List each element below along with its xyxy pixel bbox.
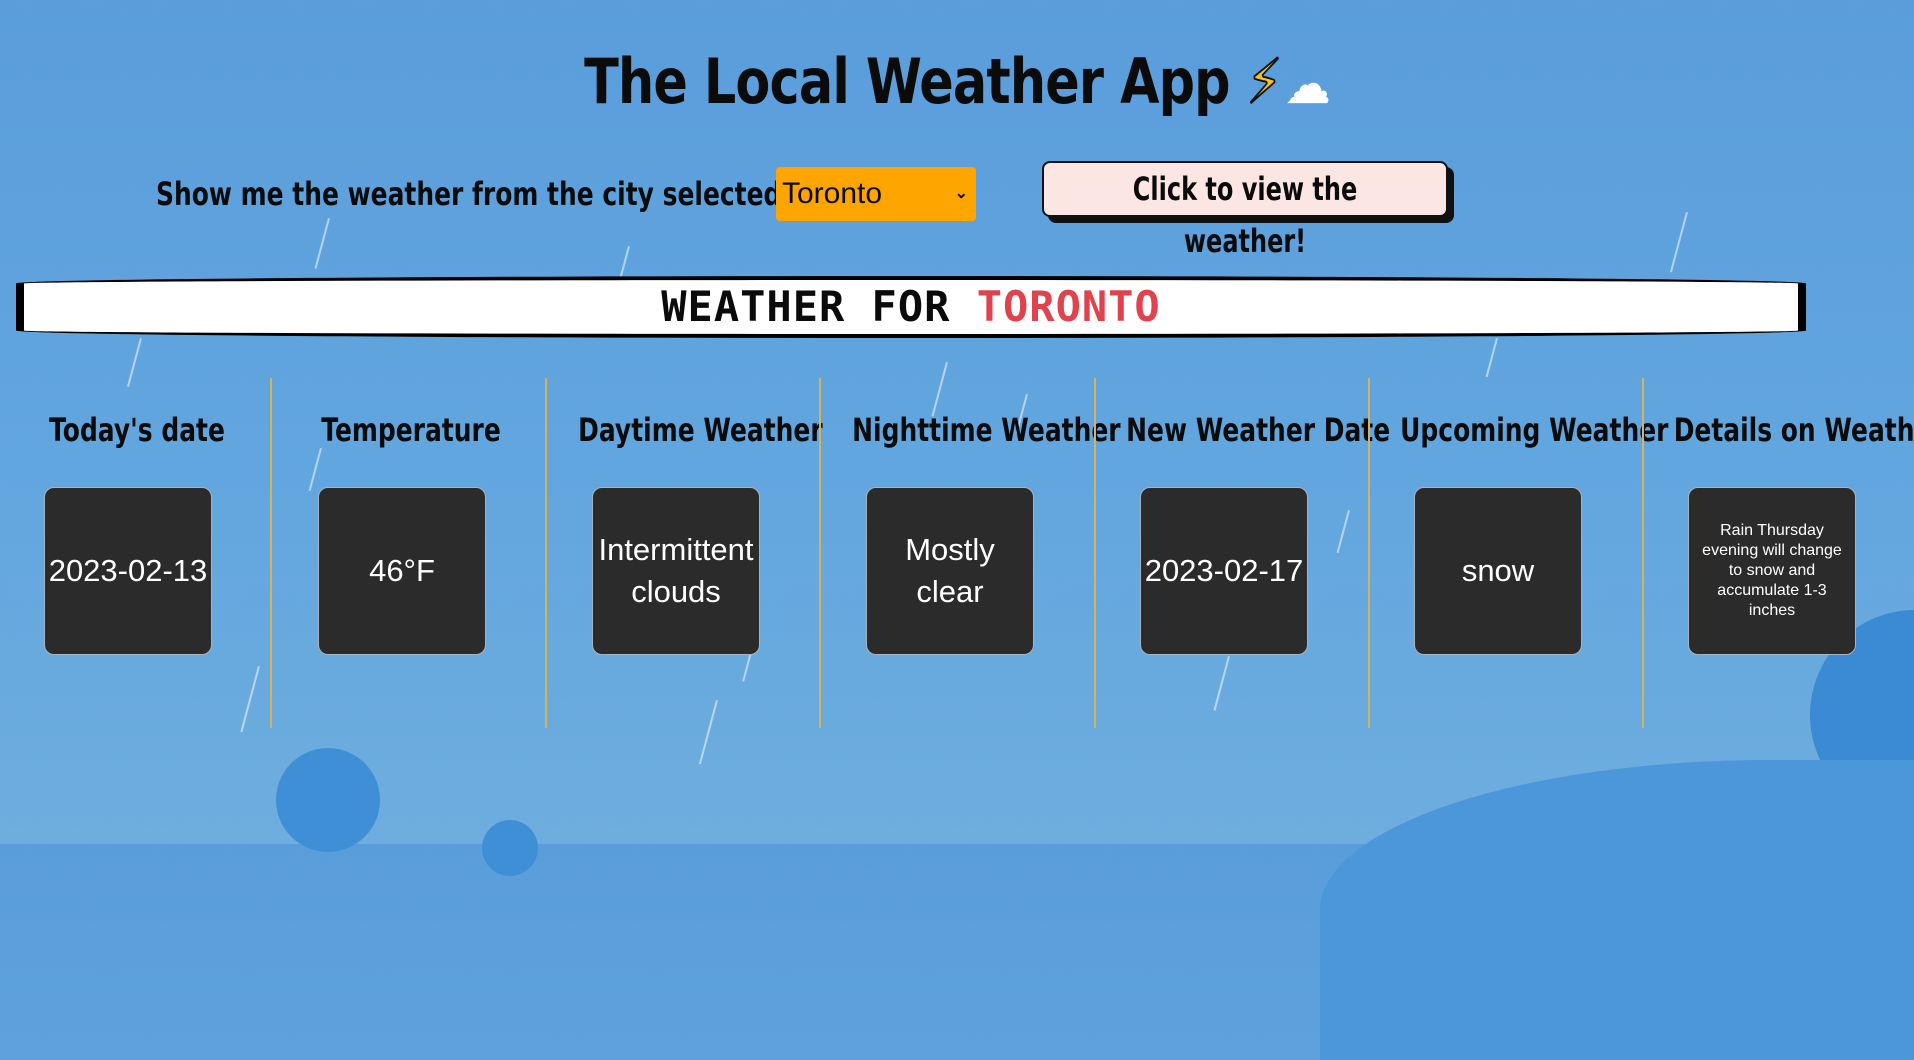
new-weather-date-value: 2023-02-17 [1140,487,1308,655]
column-divider [270,378,272,728]
column-heading: New Weather Date [1126,411,1391,449]
column-details-on-weather: Details on Weather Rain Thursday evening… [1644,378,1914,728]
column-heading: Upcoming Weather [1400,411,1669,449]
column-divider [545,378,547,728]
weather-banner: WEATHER FOR TORONTO [16,276,1806,338]
column-upcoming-weather: Upcoming Weather snow [1370,378,1669,728]
banner-prefix: WEATHER FOR [661,282,951,331]
column-heading: Today's date [49,411,225,449]
lightning-icon: ⚡ [1246,44,1283,119]
city-prompt-label: Show me the weather from the city select… [156,175,812,213]
nighttime-weather-value: Mostly clear [866,487,1034,655]
app-title: The Local Weather App ⚡☁ [172,42,1741,125]
column-daytime-weather: Daytime Weather Intermittent clouds [548,378,823,728]
column-heading: Temperature [321,411,501,449]
column-heading: Daytime Weather [578,411,823,449]
view-weather-button[interactable]: Click to view the weather! [1042,161,1448,260]
view-weather-button-label: Click to view the weather! [1132,170,1358,260]
column-new-weather-date: New Weather Date 2023-02-17 [1096,378,1391,728]
column-temperature: Temperature 46°F [274,378,548,728]
chevron-down-icon: ⌄ [954,185,968,202]
temperature-value: 46°F [318,487,486,655]
weather-columns: Today's date 2023-02-13 Temperature 46°F… [0,378,1914,728]
todays-date-value: 2023-02-13 [44,487,212,655]
column-nighttime-weather: Nighttime Weather Mostly clear [822,378,1121,728]
city-select-value: Toronto [782,177,883,210]
upcoming-weather-value: snow [1414,487,1582,655]
cloud-icon: ☁ [1284,52,1331,117]
city-select[interactable]: Toronto ⌄ [776,167,976,221]
column-todays-date: Today's date 2023-02-13 [0,378,274,728]
app-title-text: The Local Weather App [584,45,1230,118]
column-heading: Nighttime Weather [852,411,1121,449]
column-heading: Details on Weather [1673,411,1914,449]
daytime-weather-value: Intermittent clouds [592,487,760,655]
column-divider [819,378,821,728]
banner-city: TORONTO [976,282,1161,331]
details-on-weather-value: Rain Thursday evening will change to sno… [1688,487,1856,655]
